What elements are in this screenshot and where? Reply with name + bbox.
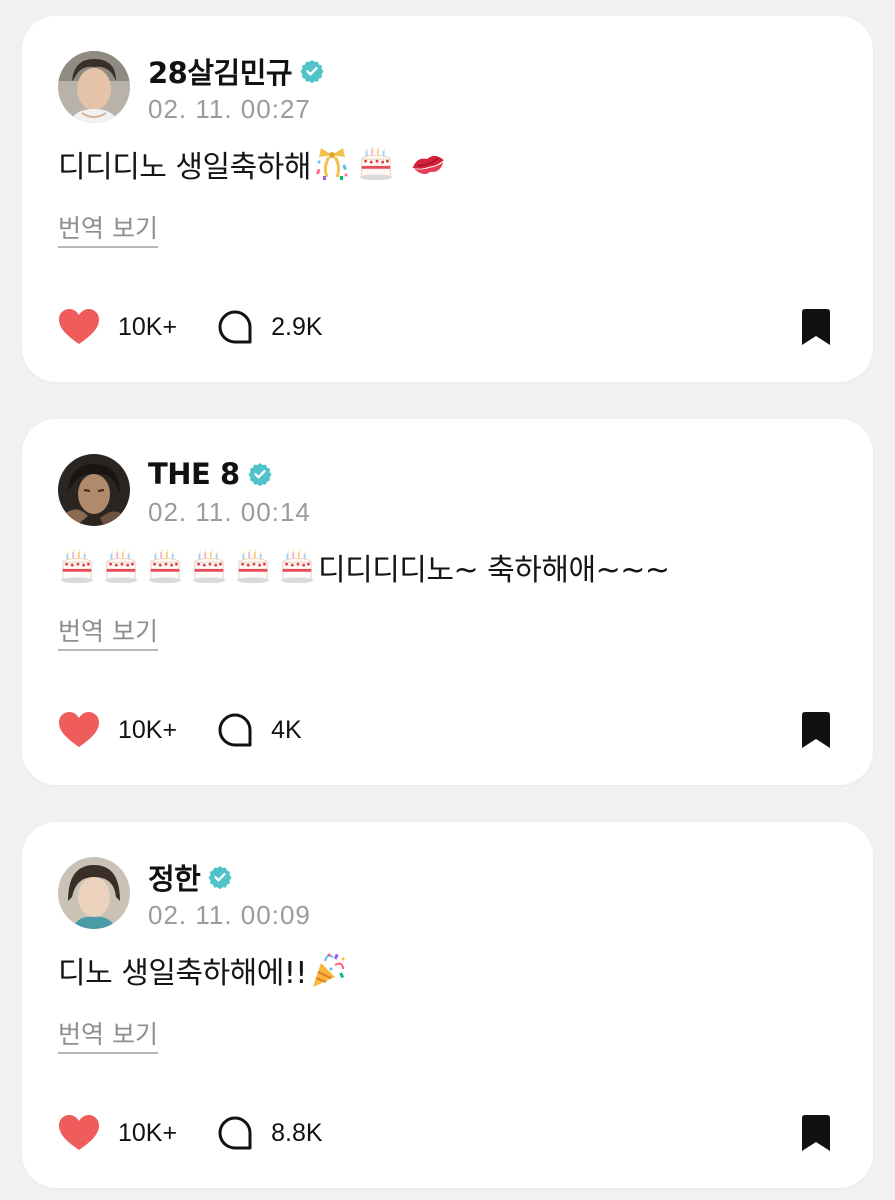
avatar[interactable] [58, 51, 130, 123]
author-name[interactable]: 정한 [148, 856, 201, 898]
post-text: 디디디노 생일축하해 [58, 142, 447, 186]
birthday-cake-icon [278, 548, 316, 586]
post-actions: 10K+ 8.8K [58, 1113, 833, 1153]
heart-icon[interactable] [58, 711, 100, 749]
bookmark-icon[interactable] [799, 308, 833, 346]
party-popper-icon [309, 951, 347, 989]
post-timestamp: 02. 11. 00:09 [148, 900, 311, 930]
post-text: 디디디디노~ 축하해애~~~ [58, 545, 670, 589]
post-card: 정한 02. 11. 00:09 디노 생일축하해에!! 번역 보기 10K+ … [22, 822, 873, 1188]
author-row: 28살김민규 [148, 52, 324, 90]
verified-badge-icon [248, 462, 272, 486]
author-name[interactable]: THE 8 [148, 457, 240, 491]
translate-link[interactable]: 번역 보기 [58, 617, 158, 651]
author-name[interactable]: 28살김민규 [148, 50, 293, 92]
translate-link[interactable]: 번역 보기 [58, 214, 158, 248]
post-card: THE 8 02. 11. 00:14 디디디디노~ 축하해애~~~ 번역 보기… [22, 419, 873, 785]
avatar[interactable] [58, 857, 130, 929]
heart-icon[interactable] [58, 308, 100, 346]
like-count: 10K+ [118, 312, 178, 341]
like-count: 10K+ [118, 1118, 178, 1147]
post-text-content: 디디디디노~ 축하해애~~~ [318, 553, 670, 588]
bookmark-icon[interactable] [799, 1114, 833, 1152]
birthday-cake-icon [146, 548, 184, 586]
bookmark-icon[interactable] [799, 711, 833, 749]
post-actions: 10K+ 4K [58, 710, 833, 750]
comment-icon[interactable] [217, 309, 253, 345]
author-row: 정한 [148, 858, 232, 896]
kiss-mark-icon [409, 145, 447, 183]
verified-badge-icon [208, 865, 232, 889]
birthday-cake-icon [102, 548, 140, 586]
verified-badge-icon [300, 59, 324, 83]
post-card: 28살김민규 02. 11. 00:27 디디디노 생일축하해 번역 보기 10… [22, 16, 873, 382]
avatar[interactable] [58, 454, 130, 526]
post-text-content: 디디디노 생일축하해 [58, 150, 311, 185]
post-text-content: 디노 생일축하해에!! [58, 956, 307, 991]
post-text: 디노 생일축하해에!! [58, 948, 347, 992]
translate-link[interactable]: 번역 보기 [58, 1020, 158, 1054]
comment-count: 2.9K [271, 312, 323, 341]
ribbon-confetti-icon [313, 145, 351, 183]
birthday-cake-icon [357, 145, 395, 183]
post-actions: 10K+ 2.9K [58, 307, 833, 347]
comment-icon[interactable] [217, 1115, 253, 1151]
comment-icon[interactable] [217, 712, 253, 748]
birthday-cake-icon [58, 548, 96, 586]
post-timestamp: 02. 11. 00:27 [148, 94, 311, 124]
like-count: 10K+ [118, 715, 178, 744]
comment-count: 8.8K [271, 1118, 323, 1147]
heart-icon[interactable] [58, 1114, 100, 1152]
birthday-cake-icon [190, 548, 228, 586]
author-row: THE 8 [148, 455, 272, 493]
birthday-cake-icon [234, 548, 272, 586]
comment-count: 4K [271, 715, 302, 744]
post-timestamp: 02. 11. 00:14 [148, 497, 311, 527]
